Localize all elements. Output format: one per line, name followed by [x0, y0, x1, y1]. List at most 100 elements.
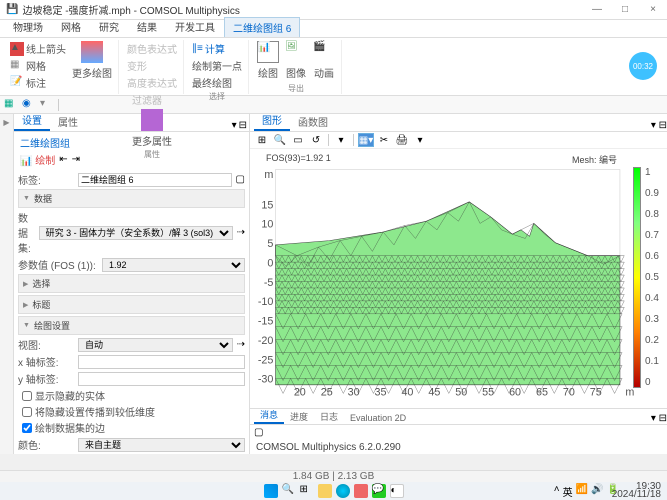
rb-heightexpr: 高度表达式 [125, 74, 179, 91]
ylabel-input[interactable] [78, 372, 245, 386]
chk-edges[interactable] [22, 423, 32, 433]
dataset-select[interactable]: 研究 3 - 固体力学（安全系数）/解 3 (sol3) [39, 226, 233, 240]
plot-title-left: FOS(93)=1.92 1 [266, 153, 331, 163]
rb-finalplot[interactable]: 最终绘图 [190, 74, 244, 91]
goto-icon[interactable]: ⇢ [237, 227, 245, 238]
svg-text:70: 70 [563, 387, 575, 399]
plot-next-icon[interactable]: ⇥ [72, 154, 80, 165]
svg-text:50: 50 [455, 387, 467, 399]
rb-mesh[interactable]: ▦网格 [8, 57, 68, 74]
view-mode-icon[interactable]: ▦▾ [358, 133, 374, 147]
tray-lang-icon[interactable]: 英 [563, 484, 573, 499]
clip-icon[interactable]: ✂ [376, 133, 392, 147]
rb-firstpt[interactable]: 绘制第一点 [190, 57, 244, 74]
maximize-button[interactable]: □ [611, 0, 639, 20]
ribbon-tabs: 物理场 网格 研究 结果 开发工具 二维绘图组 6 [0, 20, 667, 38]
tab-plotgroup[interactable]: 二维绘图组 6 [224, 17, 300, 37]
tab-physics[interactable]: 物理场 [4, 16, 52, 37]
progress-tab[interactable]: 进度 [284, 409, 314, 424]
ribbon: ▲线上箭头 ▦网格 📝标注 更多绘图 颜色表达式 变形 高度表达式 过滤器 更多… [0, 38, 667, 96]
wechat-icon[interactable]: 💬 [372, 484, 386, 498]
msg-clear-icon[interactable]: ▢ [254, 427, 263, 438]
more-icon[interactable]: ▾ [412, 133, 428, 147]
svg-text:60: 60 [509, 387, 521, 399]
tab-dev[interactable]: 开发工具 [166, 16, 224, 37]
tab-study[interactable]: 研究 [90, 16, 128, 37]
start-icon[interactable] [264, 484, 278, 498]
settings-tab[interactable]: 设置 [14, 110, 50, 131]
xlabel-input[interactable] [78, 355, 245, 369]
svg-text:25: 25 [321, 387, 333, 399]
view-select[interactable]: 自动 [78, 338, 233, 352]
log-tab[interactable]: 日志 [314, 409, 344, 424]
svg-text:-15: -15 [258, 316, 274, 328]
msg-menu-icon[interactable]: ▾ ⊟ [651, 413, 667, 424]
taskview-icon[interactable]: ⊞ [300, 484, 314, 498]
panel-close-icon[interactable]: ⊟ [239, 120, 247, 131]
search-icon[interactable]: 🔍 [282, 484, 296, 498]
sec-select[interactable]: 选择 [18, 274, 245, 293]
select-icon[interactable]: ▾ [333, 133, 349, 147]
goto-icon2[interactable]: ⇢ [237, 339, 245, 350]
minimize-button[interactable]: — [583, 0, 611, 20]
rb-moreplot[interactable]: 更多绘图 [70, 40, 114, 91]
svg-text:55: 55 [482, 387, 494, 399]
plot-canvas[interactable]: FOS(93)=1.92 1 Mesh: 编号 [250, 149, 667, 408]
settings-panel: 设置 属性 ▾⊟ 二维绘图组 📊 绘制 ⇤ ⇥ 标签:▢ 数据 数据集:研究 3… [14, 114, 250, 454]
timer-badge: 00:32 [629, 52, 657, 80]
label-edit-icon[interactable]: ▢ [236, 174, 245, 185]
clock[interactable]: 19:302024/11/18 [612, 483, 661, 499]
rb-moreattr[interactable]: 更多属性 [130, 108, 174, 149]
app-icon[interactable] [354, 484, 368, 498]
svg-text:m: m [264, 170, 273, 182]
rb-plot[interactable]: 📊绘图 [255, 40, 281, 81]
functionplot-tab[interactable]: 函数图 [290, 112, 336, 131]
eval2d-tab[interactable]: Evaluation 2D [344, 412, 412, 424]
gp-menu-icon[interactable]: ▾ ⊟ [651, 120, 667, 131]
model-tree-collapsed[interactable]: ▶ [0, 114, 14, 454]
sec-title[interactable]: 标题 [18, 295, 245, 314]
param-select[interactable]: 1.92 [102, 258, 245, 272]
zoom-in-icon[interactable]: 🔍 [272, 133, 288, 147]
plot-prev-icon[interactable]: ⇤ [59, 154, 67, 165]
tray-vol-icon[interactable]: 🔊 [591, 484, 603, 499]
svg-text:40: 40 [401, 387, 413, 399]
tab-mesh[interactable]: 网格 [52, 16, 90, 37]
zoom-box-icon[interactable]: ▭ [290, 133, 306, 147]
rb-colorexpr: 颜色表达式 [125, 40, 179, 57]
msg-tab[interactable]: 消息 [254, 407, 284, 424]
sec-data[interactable]: 数据 [18, 189, 245, 208]
tab-results[interactable]: 结果 [128, 16, 166, 37]
edge-icon[interactable] [336, 484, 350, 498]
chk-propagate[interactable] [22, 407, 32, 417]
svg-text:20: 20 [294, 387, 306, 399]
plot-button[interactable]: 📊 绘制 [20, 152, 55, 167]
svg-text:30: 30 [348, 387, 360, 399]
comsol-icon[interactable]: ◐ [390, 484, 404, 498]
graphics-panel: 图形 函数图 ▾ ⊟ ⊞ 🔍 ▭ ↺ ▾ ▦▾ ✂ 🖨 ▾ FOS(93)=1.… [250, 114, 667, 454]
svg-text:15: 15 [261, 200, 273, 212]
properties-tab[interactable]: 属性 [50, 112, 86, 131]
tray-up-icon[interactable]: ˄ [554, 484, 560, 499]
print-icon[interactable]: 🖨 [394, 133, 410, 147]
graphics-tab[interactable]: 图形 [254, 110, 290, 131]
zoom-extent-icon[interactable]: ⊞ [254, 133, 270, 147]
save-icon[interactable]: 💾 [6, 4, 18, 15]
rb-anim[interactable]: 🎬动画 [311, 40, 337, 81]
close-button[interactable]: × [639, 0, 667, 20]
explorer-icon[interactable] [318, 484, 332, 498]
sec-plotset[interactable]: 绘图设置 [18, 316, 245, 335]
rb-arrow[interactable]: ▲线上箭头 [8, 40, 68, 57]
label-input[interactable] [78, 173, 232, 187]
panel-menu-icon[interactable]: ▾ [232, 120, 237, 131]
rb-image[interactable]: 🖼图像 [283, 40, 309, 81]
svg-text:-10: -10 [258, 297, 274, 309]
tree-icon[interactable]: ▶ [3, 118, 9, 127]
svg-text:65: 65 [536, 387, 548, 399]
tray-wifi-icon[interactable]: 📶 [576, 484, 588, 499]
rb-annot[interactable]: 📝标注 [8, 74, 68, 91]
reset-icon[interactable]: ↺ [308, 133, 324, 147]
rb-compute[interactable]: ∥≡ 计算 [190, 40, 244, 57]
color-select[interactable]: 来自主题 [78, 438, 245, 452]
chk-hidden[interactable] [22, 391, 32, 401]
